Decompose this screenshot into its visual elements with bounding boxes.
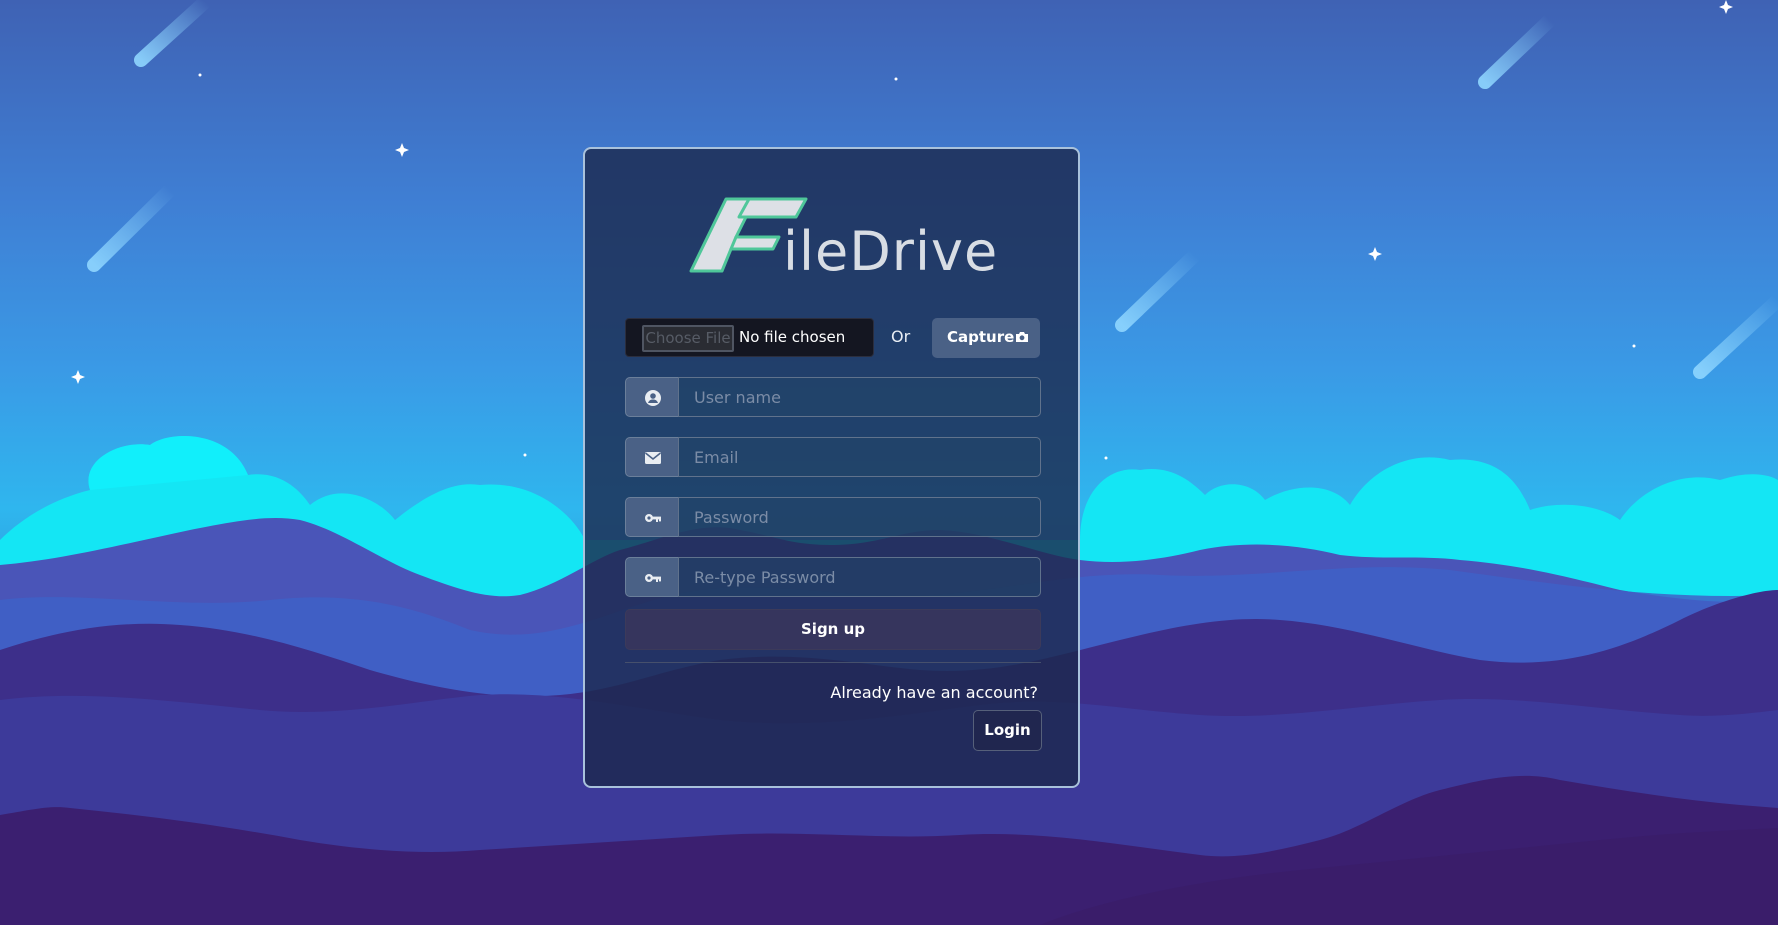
background-scene: ileDrive Choose File No file chosen Or C… — [0, 0, 1778, 925]
signup-card: ileDrive Choose File No file chosen Or C… — [583, 147, 1080, 788]
already-have-account-text: Already have an account? — [830, 683, 1038, 702]
brand-name: ileDrive — [783, 220, 999, 283]
password-field — [625, 497, 1041, 537]
password-input[interactable] — [678, 497, 1041, 537]
signup-button[interactable]: Sign up — [625, 609, 1041, 650]
retype-password-field — [625, 557, 1041, 597]
divider — [625, 662, 1041, 663]
file-status-text: No file chosen — [739, 328, 846, 346]
envelope-icon — [645, 452, 661, 464]
camera-icon — [1016, 332, 1028, 342]
password-addon — [625, 497, 679, 537]
upload-row: Choose File No file chosen Or Capture — [625, 318, 1041, 358]
or-label: Or — [891, 327, 911, 346]
retype-password-addon — [625, 557, 679, 597]
capture-button[interactable]: Capture — [932, 318, 1040, 358]
file-input[interactable]: Choose File No file chosen — [625, 318, 874, 357]
username-field — [625, 377, 1041, 417]
key-icon — [645, 514, 661, 522]
email-input[interactable] — [678, 437, 1041, 477]
username-input[interactable] — [678, 377, 1041, 417]
email-field — [625, 437, 1041, 477]
key-icon — [645, 574, 661, 582]
capture-label: Capture — [947, 328, 1015, 346]
retype-password-input[interactable] — [678, 557, 1041, 597]
username-addon — [625, 377, 679, 417]
email-addon — [625, 437, 679, 477]
user-circle-icon — [645, 390, 661, 406]
login-button[interactable]: Login — [973, 710, 1042, 751]
choose-file-button[interactable]: Choose File — [642, 325, 734, 352]
